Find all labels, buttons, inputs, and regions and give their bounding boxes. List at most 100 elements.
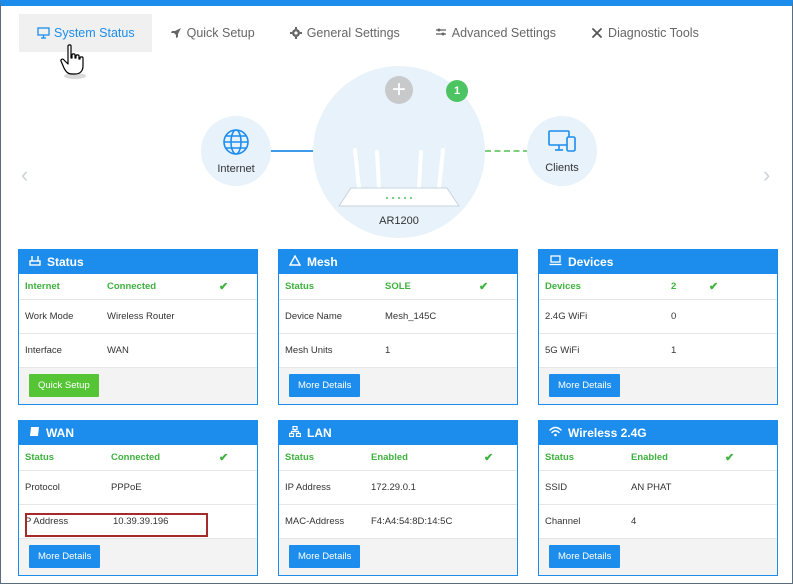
status-row: Work Mode Wireless Router (19, 300, 257, 334)
card-title: Status (47, 255, 84, 269)
card-footer: Quick Setup (19, 368, 257, 404)
wireless-card: Wireless 2.4G Status Enabled ✔ SSID AN P… (538, 420, 778, 576)
row-value: Connected (111, 452, 161, 463)
tab-advanced-settings[interactable]: Advanced Settings (417, 14, 573, 52)
mesh-icon (288, 254, 302, 269)
nav-tabs: System Status Quick Setup General Settin… (19, 14, 716, 52)
card-header: LAN (279, 421, 517, 445)
card-footer: More Details (539, 368, 777, 404)
row-key: Status (25, 452, 55, 463)
row-key: 2.4G WiFi (545, 311, 588, 322)
wan-icon (29, 426, 40, 440)
lan-row: Status Enabled ✔ (279, 445, 517, 471)
wireless-more-details-button[interactable]: More Details (549, 545, 621, 568)
wan-row: Protocol PPPoE (19, 471, 257, 505)
card-title: WAN (46, 426, 74, 440)
lan-more-details-button[interactable]: More Details (289, 545, 361, 568)
hand-cursor-icon (59, 44, 89, 85)
row-key: Status (285, 281, 315, 292)
mesh-more-details-button[interactable]: More Details (289, 374, 361, 397)
wireless-row: Status Enabled ✔ (539, 445, 777, 471)
card-footer: More Details (279, 539, 517, 575)
globe-icon (222, 128, 250, 159)
row-value: WAN (107, 345, 129, 356)
row-value: Enabled (371, 452, 408, 463)
network-topology: ‹ › Internet AR1200 + 1 Clients (19, 58, 777, 240)
tools-icon (590, 26, 604, 40)
check-icon: ✔ (484, 452, 494, 464)
devices-icon (547, 129, 577, 158)
check-icon: ✔ (219, 452, 229, 464)
clients-node[interactable]: Clients (527, 116, 597, 186)
rocket-icon (169, 26, 183, 40)
status-card: Status Internet Connected ✔ Work Mode Wi… (18, 249, 258, 405)
row-value: 1 (671, 345, 677, 356)
row-value: 0 (671, 311, 677, 322)
devices-card: Devices Devices 2 ✔ 2.4G WiFi 0 5G WiFi … (538, 249, 778, 405)
wireless-row: Channel 4 (539, 505, 777, 539)
card-footer: More Details (279, 368, 517, 404)
row-key: Mesh Units (285, 345, 333, 356)
network-icon (29, 255, 41, 269)
card-title: Mesh (307, 255, 338, 269)
row-value: SOLE (385, 281, 411, 292)
wan-more-details-button[interactable]: More Details (29, 545, 101, 568)
devices-more-details-button[interactable]: More Details (549, 374, 621, 397)
row-key: MAC-Address (285, 516, 345, 527)
devices-row: Devices 2 ✔ (539, 274, 777, 300)
row-value: 172.29.0.1 (371, 482, 416, 493)
card-header: WAN (19, 421, 257, 445)
card-header: Mesh (279, 250, 517, 274)
tab-quick-setup[interactable]: Quick Setup (152, 14, 272, 52)
ip-address-highlight (25, 513, 208, 537)
tab-diagnostic-tools[interactable]: Diagnostic Tools (573, 14, 716, 52)
clients-connection-line (485, 150, 529, 152)
wifi-icon (549, 426, 562, 440)
mesh-card: Mesh Status SOLE ✔ Device Name Mesh_145C… (278, 249, 518, 405)
tab-label: Advanced Settings (451, 26, 557, 40)
gear-icon (289, 26, 303, 40)
internet-label: Internet (217, 162, 255, 175)
add-mesh-icon[interactable]: + (385, 76, 413, 104)
clients-count-badge: 1 (446, 80, 468, 102)
tab-general-settings[interactable]: General Settings (272, 14, 417, 52)
internet-node[interactable]: Internet (201, 116, 271, 186)
chevron-left-icon[interactable]: ‹ (21, 162, 28, 188)
clients-label: Clients (545, 161, 579, 174)
row-value: Connected (107, 281, 157, 292)
lan-row: IP Address 172.29.0.1 (279, 471, 517, 505)
card-header: Devices (539, 250, 777, 274)
row-key: Protocol (25, 482, 60, 493)
wan-row: Status Connected ✔ (19, 445, 257, 471)
monitor-icon (36, 26, 50, 40)
mesh-row: Device Name Mesh_145C (279, 300, 517, 334)
quick-setup-button[interactable]: Quick Setup (29, 374, 99, 397)
card-title: LAN (307, 426, 332, 440)
tab-label: Quick Setup (186, 26, 255, 40)
row-value: PPPoE (111, 482, 142, 493)
row-value: Wireless Router (107, 311, 175, 322)
row-key: Work Mode (25, 311, 74, 322)
row-value: Enabled (631, 452, 668, 463)
row-key: Devices (545, 281, 581, 292)
row-key: Status (545, 452, 575, 463)
row-value: 2 (671, 281, 677, 292)
router-icon (337, 147, 461, 211)
check-icon: ✔ (709, 281, 719, 293)
wan-card: WAN Status Connected ✔ Protocol PPPoE P … (18, 420, 258, 576)
devices-row: 2.4G WiFi 0 (539, 300, 777, 334)
status-row: Interface WAN (19, 334, 257, 368)
devices-row: 5G WiFi 1 (539, 334, 777, 368)
check-icon: ✔ (219, 281, 229, 293)
row-value: AN PHAT (631, 482, 672, 493)
wireless-row: SSID AN PHAT (539, 471, 777, 505)
row-key: Device Name (285, 311, 343, 322)
chevron-right-icon[interactable]: › (763, 162, 770, 188)
row-value: 1 (385, 345, 391, 356)
row-key: 5G WiFi (545, 345, 580, 356)
row-value: Mesh_145C (385, 311, 437, 322)
app-window: System Status Quick Setup General Settin… (0, 0, 793, 584)
row-key: Status (285, 452, 315, 463)
row-key: Channel (545, 516, 581, 527)
status-row: Internet Connected ✔ (19, 274, 257, 300)
